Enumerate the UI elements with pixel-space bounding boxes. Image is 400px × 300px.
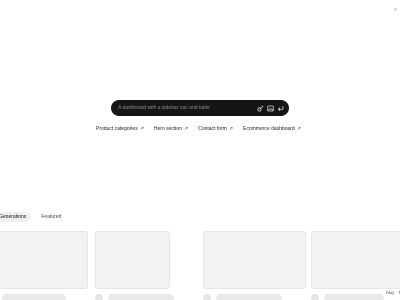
arrow-up-right-icon: ↗ [139,126,144,132]
card-meta-placeholder [108,294,174,300]
faq-link[interactable]: FAQ [386,290,394,295]
generation-card[interactable] [95,231,170,289]
suggestion-label: Hero section [153,126,182,132]
prompt-actions [257,105,284,112]
status-dot [394,8,397,11]
card-meta-placeholder [324,294,384,300]
card-meta-placeholder [2,294,66,300]
prompt-input[interactable] [118,105,257,111]
suggestion-hero-section[interactable]: Hero section ↗ [154,126,188,132]
arrow-up-right-icon: ↗ [183,126,189,132]
generation-card[interactable] [203,231,306,289]
suggestion-contact-form[interactable]: Contact form ↗ [198,126,233,132]
tab-generations[interactable]: Generations [0,212,32,222]
suggestion-list: Product categories ↗ Hero section ↗ Cont… [96,126,301,132]
suggestion-label: Product categories [96,126,138,132]
avatar [95,294,103,300]
arrow-up-right-icon: ↗ [228,126,234,132]
tab-bar: Generations Featured [0,212,66,222]
submit-icon[interactable] [277,105,284,112]
card-meta-placeholder [216,294,282,300]
avatar [203,294,211,300]
suggestion-label: Contact form [198,126,227,132]
image-icon[interactable] [267,105,274,112]
suggestion-product-categories[interactable]: Product categories ↗ [96,126,144,132]
arrow-up-right-icon: ↗ [296,126,301,132]
palette-icon[interactable] [257,105,264,112]
generation-card[interactable] [311,231,400,289]
suggestion-ecommerce-dashboard[interactable]: Ecommerce dashboard ↗ [243,126,301,132]
generation-card[interactable] [0,231,88,289]
footer-links: FAQ T [386,290,400,295]
prompt-bar [111,100,289,116]
avatar [311,294,319,300]
page: Product categories ↗ Hero section ↗ Cont… [0,0,400,300]
suggestion-label: Ecommerce dashboard [243,126,295,132]
tab-featured[interactable]: Featured [36,212,66,222]
